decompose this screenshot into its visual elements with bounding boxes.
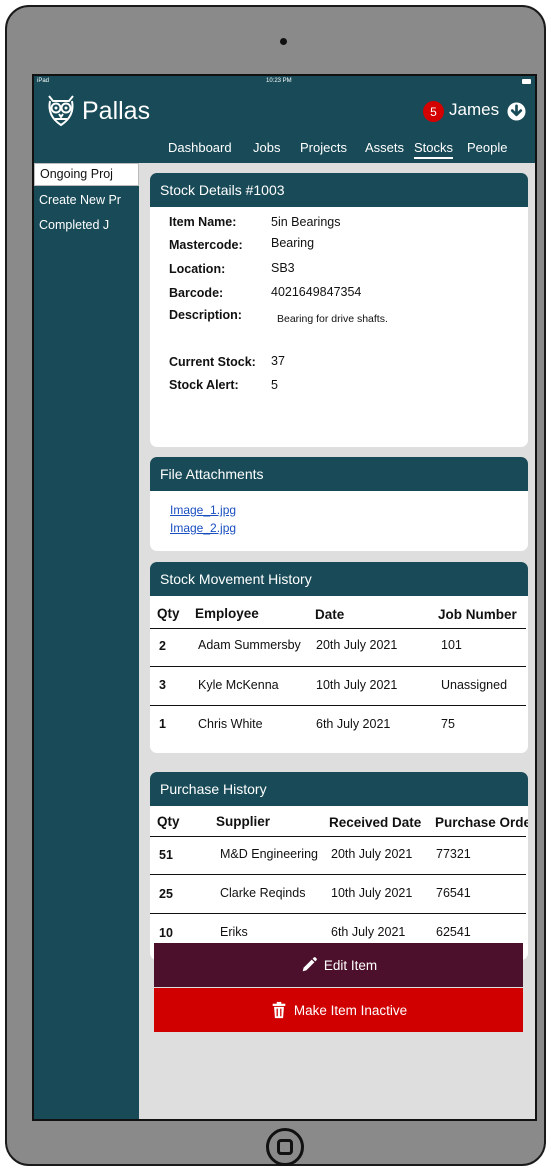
make-item-inactive-button[interactable]: Make Item Inactive [154, 988, 523, 1032]
battery-icon [522, 79, 531, 84]
attachment-link[interactable]: Image_2.jpg [170, 521, 236, 535]
column-header: Received Date [329, 815, 422, 830]
sidebar-item-completed-jobs[interactable]: Completed J [34, 215, 139, 238]
mastercode-label: Mastercode: [169, 238, 243, 252]
item-name-value: 5in Bearings [271, 215, 341, 229]
notification-badge[interactable]: 5 [423, 101, 444, 122]
table-cell-purchase-order: 62541 [436, 925, 471, 939]
table-cell-employee: Chris White [198, 717, 263, 731]
column-header: Job Number [438, 607, 517, 622]
table-cell-received-date: 20th July 2021 [331, 847, 413, 861]
owl-logo-icon [48, 95, 74, 127]
table-cell-qty: 1 [159, 717, 166, 731]
status-bar: iPad 10:23 PM [34, 76, 535, 88]
home-square-icon [277, 1139, 293, 1155]
table-cell-job: 75 [441, 717, 455, 731]
barcode-label: Barcode: [169, 286, 224, 300]
description-label: Description: [169, 308, 242, 322]
table-cell-job: Unassigned [441, 678, 508, 692]
pencil-icon [302, 957, 317, 972]
table-cell-qty: 51 [159, 848, 173, 862]
table-cell-employee: Kyle McKenna [198, 678, 279, 692]
stock-alert-label: Stock Alert: [169, 378, 239, 392]
table-cell-job: 101 [441, 638, 462, 652]
row-divider [150, 913, 526, 914]
camera-dot [280, 38, 287, 45]
tab-people[interactable]: People [467, 140, 507, 155]
stock-movement-title: Stock Movement History [150, 562, 528, 596]
device-label: iPad [37, 78, 50, 84]
location-label: Location: [169, 262, 226, 276]
tab-assets[interactable]: Assets [365, 140, 404, 155]
stock-details-title: Stock Details #1003 [150, 173, 528, 207]
app-screen: iPad 10:23 PM Pallas 5 James Dashboard J… [32, 74, 537, 1121]
table-cell-received-date: 10th July 2021 [331, 886, 413, 900]
edit-item-label: Edit Item [323, 957, 378, 973]
column-header: Supplier [216, 814, 271, 829]
sidebar-item-ongoing-projects[interactable]: Ongoing Proj [34, 163, 139, 186]
row-divider [150, 705, 526, 706]
row-divider [150, 666, 526, 667]
item-name-label: Item Name: [169, 215, 237, 229]
location-value: SB3 [271, 261, 295, 275]
home-button[interactable] [266, 1128, 304, 1166]
column-header: Qty [157, 814, 180, 829]
trash-icon [272, 1001, 286, 1019]
row-divider [150, 874, 526, 875]
purchase-history-card: Purchase History Qty Supplier Received D… [150, 772, 528, 960]
table-cell-supplier: Clarke Reqinds [220, 886, 306, 900]
clock: 10:23 PM [266, 78, 292, 84]
column-header: Purchase Order [435, 815, 528, 830]
description-value: Bearing for drive shafts. [277, 313, 388, 325]
attachment-link[interactable]: Image_1.jpg [170, 503, 236, 517]
current-stock-value: 37 [271, 354, 285, 368]
column-header: Qty [157, 606, 180, 621]
app-header: Pallas 5 James Dashboard Jobs Projects A… [34, 88, 535, 163]
make-item-inactive-label: Make Item Inactive [293, 1002, 408, 1018]
tab-dashboard[interactable]: Dashboard [168, 140, 232, 155]
table-cell-purchase-order: 77321 [436, 847, 471, 861]
file-attachments-title: File Attachments [150, 457, 528, 491]
barcode-value: 4021649847354 [271, 285, 362, 299]
table-cell-qty: 25 [159, 887, 173, 901]
table-cell-employee: Adam Summersby [198, 638, 301, 652]
tab-projects[interactable]: Projects [300, 140, 347, 155]
table-cell-received-date: 6th July 2021 [331, 925, 406, 939]
stock-alert-value: 5 [271, 378, 278, 392]
table-cell-date: 10th July 2021 [316, 678, 398, 692]
table-cell-qty: 10 [159, 926, 173, 940]
stock-details-card: Stock Details #1003 Item Name: 5in Beari… [150, 173, 528, 447]
column-header: Employee [195, 606, 259, 621]
table-cell-supplier: M&D Engineering [220, 847, 318, 861]
user-name[interactable]: James [449, 100, 499, 120]
app-title: Pallas [82, 97, 151, 125]
table-cell-date: 6th July 2021 [316, 717, 391, 731]
ipad-frame: iPad 10:23 PM Pallas 5 James Dashboard J… [5, 5, 546, 1166]
row-divider [150, 628, 526, 629]
table-cell-supplier: Eriks [220, 925, 248, 939]
sidebar: Ongoing Proj Create New Pr Completed J [34, 163, 139, 1119]
tab-jobs[interactable]: Jobs [253, 140, 280, 155]
row-divider [150, 836, 526, 837]
arrow-down-circle-icon[interactable] [507, 102, 526, 121]
table-cell-date: 20th July 2021 [316, 638, 398, 652]
file-attachments-card: File Attachments Image_1.jpg Image_2.jpg [150, 457, 528, 551]
table-cell-purchase-order: 76541 [436, 886, 471, 900]
stock-movement-card: Stock Movement History Qty Employee Date… [150, 562, 528, 753]
current-stock-label: Current Stock: [169, 355, 256, 369]
column-header: Date [315, 607, 345, 622]
table-cell-qty: 3 [159, 678, 166, 692]
mastercode-value: Bearing [271, 236, 315, 250]
purchase-history-title: Purchase History [150, 772, 528, 806]
edit-item-button[interactable]: Edit Item [154, 943, 523, 987]
tab-stocks[interactable]: Stocks [414, 140, 454, 159]
sidebar-item-create-new-project[interactable]: Create New Pr [34, 190, 139, 213]
table-cell-qty: 2 [159, 639, 166, 653]
